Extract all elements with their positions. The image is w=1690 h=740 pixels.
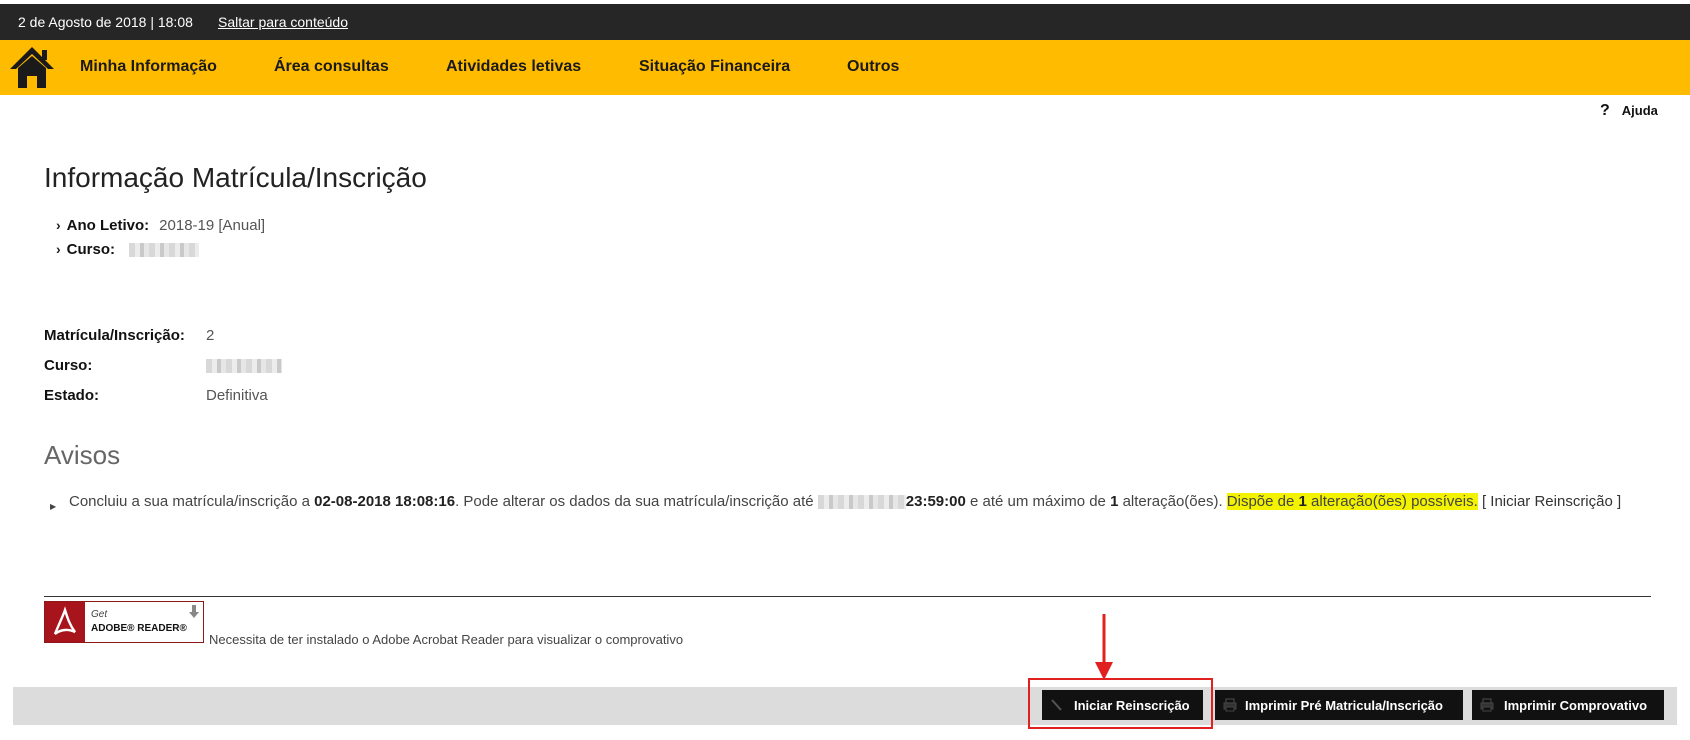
aviso-date-done: 02-08-2018 18:08:16 xyxy=(314,493,456,510)
curso-label: Curso: xyxy=(66,241,116,258)
curso-row: › Curso: xyxy=(56,241,200,258)
estado-row: Estado: Definitiva xyxy=(44,387,268,404)
curso-value-redacted xyxy=(129,243,200,258)
aviso-date-redacted xyxy=(817,495,906,510)
imprimir-pre-matricula-button[interactable]: Imprimir Pré Matricula/Inscrição xyxy=(1215,690,1463,720)
nav-outros[interactable]: Outros xyxy=(847,58,899,76)
estado-label: Estado: xyxy=(44,387,100,404)
aviso-text: Concluiu a sua matrícula/inscrição a 02-… xyxy=(69,493,1622,510)
aviso-item: ▶ Concluiu a sua matrícula/inscrição a 0… xyxy=(50,490,1650,513)
current-datetime: 2 de Agosto de 2018 | 18:08 xyxy=(18,14,193,30)
matricula-value: 2 xyxy=(206,327,215,344)
download-arrow-icon xyxy=(189,605,199,618)
estado-value: Definitiva xyxy=(206,387,268,404)
home-icon[interactable] xyxy=(8,44,56,90)
nav-area-consultas[interactable]: Área consultas xyxy=(274,58,389,76)
nav-atividades-letivas[interactable]: Atividades letivas xyxy=(446,58,581,76)
aviso-time-limit: 23:59:00 xyxy=(905,493,966,510)
skip-to-content-link[interactable]: Saltar para conteúdo xyxy=(218,14,348,30)
get-adobe-reader-badge[interactable]: Get ADOBE® READER® xyxy=(44,601,204,643)
main-nav: Minha Informação Área consultas Atividad… xyxy=(0,40,1690,95)
annotation-highlight-box xyxy=(1028,678,1213,729)
nav-minha-informacao[interactable]: Minha Informação xyxy=(80,58,217,76)
matricula-label: Matrícula/Inscrição: xyxy=(44,327,185,344)
nav-situacao-financeira[interactable]: Situação Financeira xyxy=(639,58,790,76)
top-bar: 2 de Agosto de 2018 | 18:08 Saltar para … xyxy=(0,4,1690,40)
chevron-right-icon: › xyxy=(56,217,61,233)
chevron-right-icon: › xyxy=(56,241,61,257)
divider xyxy=(44,596,1651,597)
matricula-row: Matrícula/Inscrição: 2 xyxy=(44,327,214,344)
printer-icon xyxy=(1480,698,1494,712)
iniciar-reinscricao-link[interactable]: [ Iniciar Reinscrição ] xyxy=(1478,493,1621,510)
page-title: Informação Matrícula/Inscrição xyxy=(44,162,427,193)
adobe-logo-icon xyxy=(45,602,85,642)
printer-icon xyxy=(1223,698,1237,712)
adobe-name-text: ADOBE® READER® xyxy=(91,623,187,634)
question-icon: ? xyxy=(1600,102,1610,119)
help-label: Ajuda xyxy=(1621,103,1658,118)
adobe-note: Necessita de ter instalado o Adobe Acrob… xyxy=(209,632,684,647)
ano-letivo-row: › Ano Letivo: 2018-19 [Anual] xyxy=(56,217,265,234)
ano-letivo-value: 2018-19 [Anual] xyxy=(159,217,266,234)
aviso-highlight: Dispõe de 1 alteração(ões) possíveis. xyxy=(1226,493,1478,510)
imprimir-comprovativo-button[interactable]: Imprimir Comprovativo xyxy=(1472,690,1664,720)
bullet-icon: ▶ xyxy=(50,502,57,511)
avisos-heading: Avisos xyxy=(44,440,121,470)
ano-letivo-label: Ano Letivo: xyxy=(66,217,150,234)
annotation-arrow-icon xyxy=(1095,614,1113,680)
matricula-curso-value-redacted xyxy=(206,359,282,374)
help-link[interactable]: ? Ajuda xyxy=(1600,102,1658,120)
adobe-get-text: Get xyxy=(91,609,108,620)
matricula-curso-row: Curso: xyxy=(44,357,282,374)
matricula-curso-label: Curso: xyxy=(44,357,93,374)
